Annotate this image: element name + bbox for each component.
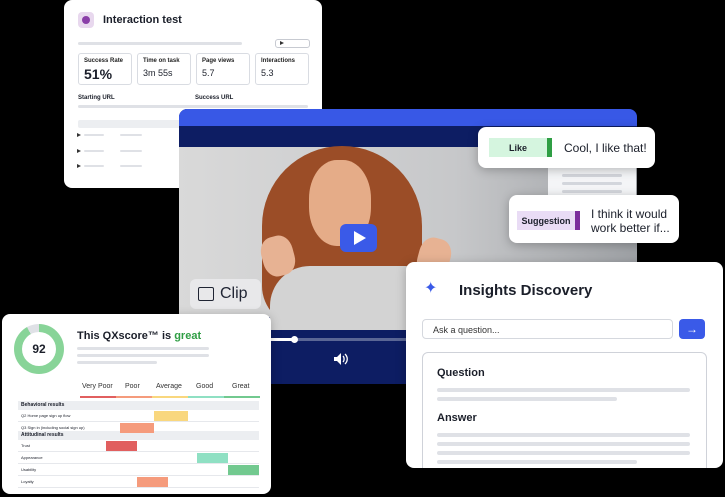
metric-time-on-task: Time on task 3m 55s xyxy=(137,53,191,85)
video-progress-bar[interactable] xyxy=(265,336,410,343)
like-comment-card: Like Cool, I like that! xyxy=(478,127,655,168)
play-icon[interactable] xyxy=(77,164,81,168)
rating-cell xyxy=(120,423,154,433)
qa-panel: Question Answer xyxy=(422,352,707,468)
score-donut: 92 xyxy=(14,324,64,374)
clip-label: Clip xyxy=(220,285,248,302)
question-input[interactable]: Ask a question... xyxy=(422,319,673,339)
clip-button[interactable]: Clip xyxy=(190,279,261,309)
rating-cell xyxy=(228,465,259,475)
success-url-label: Success URL xyxy=(195,95,234,101)
table-row: Trust xyxy=(18,440,259,452)
table-row: Usability xyxy=(18,464,259,476)
like-tag: Like xyxy=(489,138,552,157)
clip-icon xyxy=(198,287,214,301)
metric-success-rate: Success Rate 51% xyxy=(78,53,132,85)
metric-interactions: Interactions 5.3 xyxy=(255,53,309,85)
column-average: Average xyxy=(156,383,182,390)
qxscore-title: This QXscore™ is great xyxy=(77,330,202,342)
metric-page-views: Page views 5.7 xyxy=(196,53,250,85)
score-value: 92 xyxy=(22,332,56,366)
rating-cell xyxy=(106,441,137,451)
column-very-poor: Very Poor xyxy=(82,383,113,390)
insights-discovery-card: ✦ Insights Discovery Ask a question... →… xyxy=(406,262,723,468)
table-row: Q2 Home page sign up flow xyxy=(18,410,259,422)
answer-heading: Answer xyxy=(437,412,477,424)
qxscore-card: 92 This QXscore™ is great Very Poor Poor… xyxy=(2,314,271,494)
submit-question-button[interactable]: → xyxy=(679,319,705,339)
volume-icon[interactable] xyxy=(333,352,349,366)
sparkle-icon: ✦ xyxy=(424,280,438,297)
column-great: Great xyxy=(232,383,250,390)
rating-cell xyxy=(154,411,188,421)
play-icon[interactable] xyxy=(77,133,81,137)
comment-text: Cool, I like that! xyxy=(564,141,647,155)
starting-url-label: Starting URL xyxy=(78,95,115,101)
play-button[interactable] xyxy=(340,224,377,252)
insights-title: Insights Discovery xyxy=(459,282,593,299)
suggestion-comment-card: Suggestion I think it would work better … xyxy=(509,195,679,243)
video-top-bar xyxy=(179,109,637,126)
app-logo-icon xyxy=(78,12,94,28)
section-behavioral: Behavioral results xyxy=(18,401,259,410)
rating-cell xyxy=(137,477,168,487)
column-good: Good xyxy=(196,383,214,390)
mini-play-button[interactable] xyxy=(275,39,310,48)
column-poor: Poor xyxy=(125,383,140,390)
play-icon[interactable] xyxy=(77,149,81,153)
question-heading: Question xyxy=(437,367,485,379)
progress-handle[interactable] xyxy=(291,336,298,343)
arrow-right-icon: → xyxy=(686,322,698,336)
card-title: Interaction test xyxy=(103,14,182,26)
rating-cell xyxy=(197,453,228,463)
comment-text: I think it would work better if... xyxy=(591,207,670,235)
play-icon xyxy=(354,231,366,245)
suggestion-tag: Suggestion xyxy=(517,211,580,230)
